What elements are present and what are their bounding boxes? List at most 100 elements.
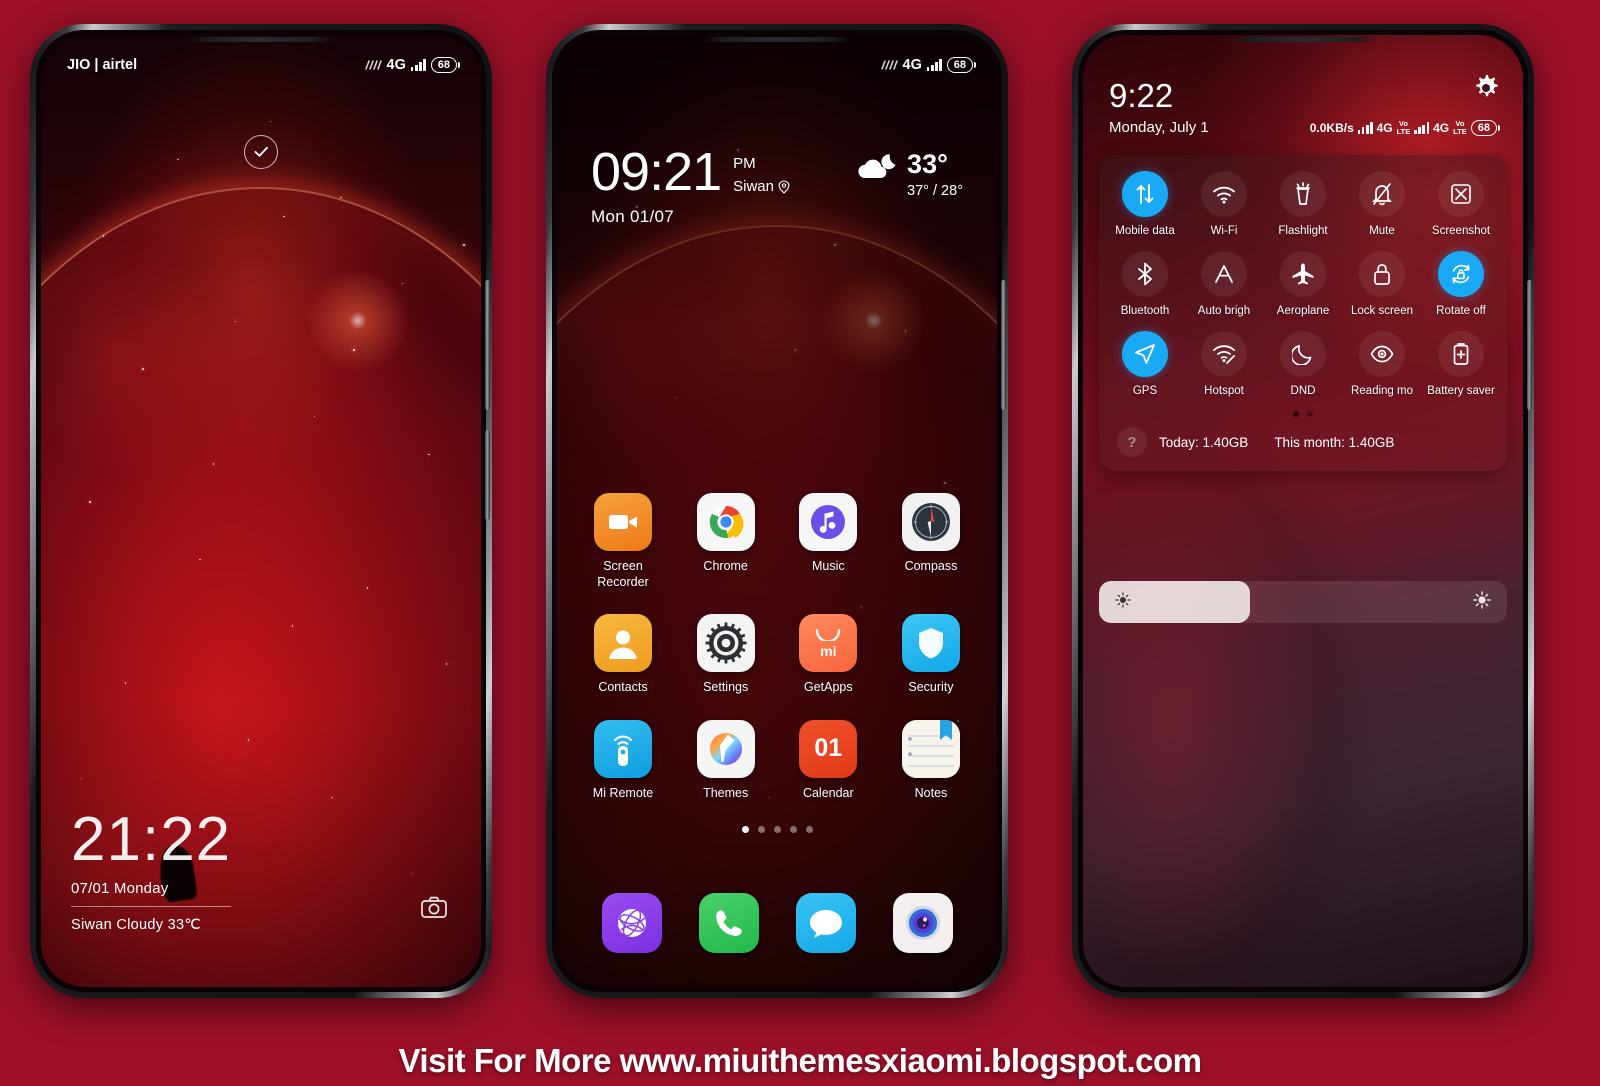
- tile-label: Mute: [1369, 225, 1395, 237]
- homescreen-screen[interactable]: 4G 68 09:21 Mon 01/07 PM Siwan 33° 37° /…: [557, 35, 997, 987]
- tile-gps[interactable]: GPS: [1107, 331, 1183, 397]
- page-dot[interactable]: [773, 825, 781, 833]
- panel-dot[interactable]: [1293, 411, 1299, 417]
- gps-arrow-icon: [1122, 331, 1168, 377]
- network-type-label: 4G: [386, 57, 406, 73]
- tile-flashlight[interactable]: Flashlight: [1265, 171, 1341, 237]
- panel-dot[interactable]: [1307, 411, 1313, 417]
- app-label: Contacts: [598, 680, 648, 695]
- app-row-3: Mi Remote Themes 01 Calendar Notes: [579, 719, 975, 802]
- app-notes[interactable]: Notes: [887, 719, 975, 802]
- app-label: Screen Recorder: [597, 559, 649, 589]
- signal-bars-icon: [410, 59, 426, 71]
- lockscreen-screen[interactable]: JIO | airtel 4G 68 21:22 07/01 Monday Si…: [41, 35, 481, 987]
- messages-bubble-icon[interactable]: [795, 893, 856, 953]
- screenshot-icon: [1438, 171, 1484, 217]
- brightness-low-icon: [1115, 591, 1131, 613]
- battery-indicator: 68: [430, 56, 460, 74]
- app-label: Mi Remote: [592, 785, 654, 800]
- power-button[interactable]: [1001, 280, 1006, 410]
- notes-icon: [901, 719, 960, 778]
- tile-wifi[interactable]: Wi-Fi: [1186, 171, 1262, 237]
- browser-globe-icon[interactable]: [601, 893, 662, 953]
- sim1-volte-icon: Vo LTE: [1396, 118, 1411, 136]
- tile-bluetooth[interactable]: Bluetooth: [1107, 251, 1183, 317]
- app-label: Calendar: [802, 785, 854, 800]
- camera-lens-icon[interactable]: [892, 893, 953, 953]
- themes-brush-icon: [696, 719, 755, 778]
- control-center-time: 9:22: [1109, 77, 1174, 114]
- sim1-network-label: 4G: [1376, 120, 1393, 135]
- app-getapps[interactable]: mi GetApps: [784, 614, 872, 696]
- tile-hotspot[interactable]: Hotspot: [1186, 331, 1262, 397]
- app-security[interactable]: Security: [887, 614, 975, 696]
- calendar-icon: 01: [799, 719, 858, 778]
- home-dock: [557, 893, 997, 953]
- quick-settings-row-2: Bluetooth Auto brigh Aeroplane Lock scre…: [1107, 251, 1499, 317]
- battery-saver-icon: [1438, 331, 1484, 377]
- mute-bell-icon: [1359, 171, 1405, 217]
- brightness-slider[interactable]: [1099, 581, 1507, 623]
- tile-aeroplane[interactable]: Aeroplane: [1265, 251, 1341, 317]
- question-mark-icon[interactable]: ?: [1117, 427, 1147, 457]
- volume-button[interactable]: [485, 430, 490, 520]
- tile-label: Hotspot: [1204, 385, 1244, 397]
- tile-mute[interactable]: Mute: [1344, 171, 1420, 237]
- tile-rotate-off[interactable]: Rotate off: [1423, 251, 1499, 317]
- rotate-lock-icon: [1438, 251, 1484, 297]
- power-button[interactable]: [485, 280, 490, 410]
- home-clock-weather-widget[interactable]: 09:21 Mon 01/07 PM Siwan 33° 37° / 28°: [557, 142, 997, 227]
- aeroplane-icon: [1280, 251, 1326, 297]
- home-clock-meridiem: PM: [733, 155, 756, 172]
- app-calendar[interactable]: 01 Calendar: [784, 719, 872, 802]
- app-label: Themes: [703, 785, 749, 800]
- page-dot[interactable]: [757, 825, 765, 833]
- earpiece-speaker: [1228, 37, 1378, 42]
- app-chrome[interactable]: Chrome: [682, 493, 770, 590]
- home-clock-time: 09:21: [591, 142, 722, 202]
- divider: [71, 906, 231, 907]
- tile-label: Auto brigh: [1197, 305, 1251, 317]
- app-mi-remote[interactable]: Mi Remote: [579, 719, 667, 802]
- tile-battery-saver[interactable]: Battery saver: [1423, 331, 1499, 397]
- data-usage-row[interactable]: ? Today: 1.40GB This month: 1.40GB: [1107, 425, 1499, 461]
- flashlight-icon: [1280, 171, 1326, 217]
- phone-control-center: 9:22 Monday, July 1 0.0KB/s 4G Vo LTE 4G …: [1072, 24, 1534, 998]
- app-contacts[interactable]: Contacts: [579, 614, 667, 696]
- tile-screenshot[interactable]: Screenshot: [1423, 171, 1499, 237]
- control-center-screen[interactable]: 9:22 Monday, July 1 0.0KB/s 4G Vo LTE 4G …: [1083, 35, 1523, 987]
- tile-label: Mobile data: [1115, 225, 1175, 237]
- tile-auto-brightness[interactable]: Auto brigh: [1186, 251, 1262, 317]
- network-speed-label: 0.0KB/s: [1309, 120, 1354, 135]
- sim2-network-label: 4G: [1433, 120, 1450, 135]
- app-screen-recorder[interactable]: Screen Recorder: [579, 493, 667, 590]
- tile-reading-mode[interactable]: Reading mo: [1344, 331, 1420, 397]
- page-dot[interactable]: [741, 825, 749, 833]
- phone-handset-icon[interactable]: [698, 893, 759, 953]
- gear-icon[interactable]: [1473, 75, 1499, 106]
- mobile-data-icon: [1122, 171, 1168, 217]
- app-music[interactable]: Music: [784, 493, 872, 590]
- tile-mobile-data[interactable]: Mobile data: [1107, 171, 1183, 237]
- wifi-icon: [1201, 171, 1247, 217]
- carrier-label: JIO | airtel: [67, 57, 138, 73]
- tile-dnd[interactable]: DND: [1265, 331, 1341, 397]
- chrome-icon: [696, 493, 755, 551]
- network-activity-icon: [880, 59, 898, 70]
- page-dot[interactable]: [789, 825, 797, 833]
- data-usage-today: Today: 1.40GB: [1159, 434, 1249, 450]
- screen-recorder-icon: [594, 493, 652, 551]
- app-settings[interactable]: Settings: [682, 614, 770, 696]
- tile-label: Screenshot: [1431, 225, 1491, 237]
- battery-indicator: 68: [1470, 119, 1500, 136]
- tile-label: Reading mo: [1350, 385, 1413, 397]
- security-shield-icon: [901, 614, 960, 673]
- camera-icon[interactable]: [421, 896, 447, 923]
- app-label: GetApps: [803, 680, 853, 695]
- compass-icon: [901, 493, 960, 551]
- app-compass[interactable]: Compass: [887, 493, 975, 590]
- power-button[interactable]: [1527, 280, 1532, 410]
- app-themes[interactable]: Themes: [682, 719, 770, 802]
- page-dot[interactable]: [805, 825, 813, 833]
- tile-lock-screen[interactable]: Lock screen: [1344, 251, 1420, 317]
